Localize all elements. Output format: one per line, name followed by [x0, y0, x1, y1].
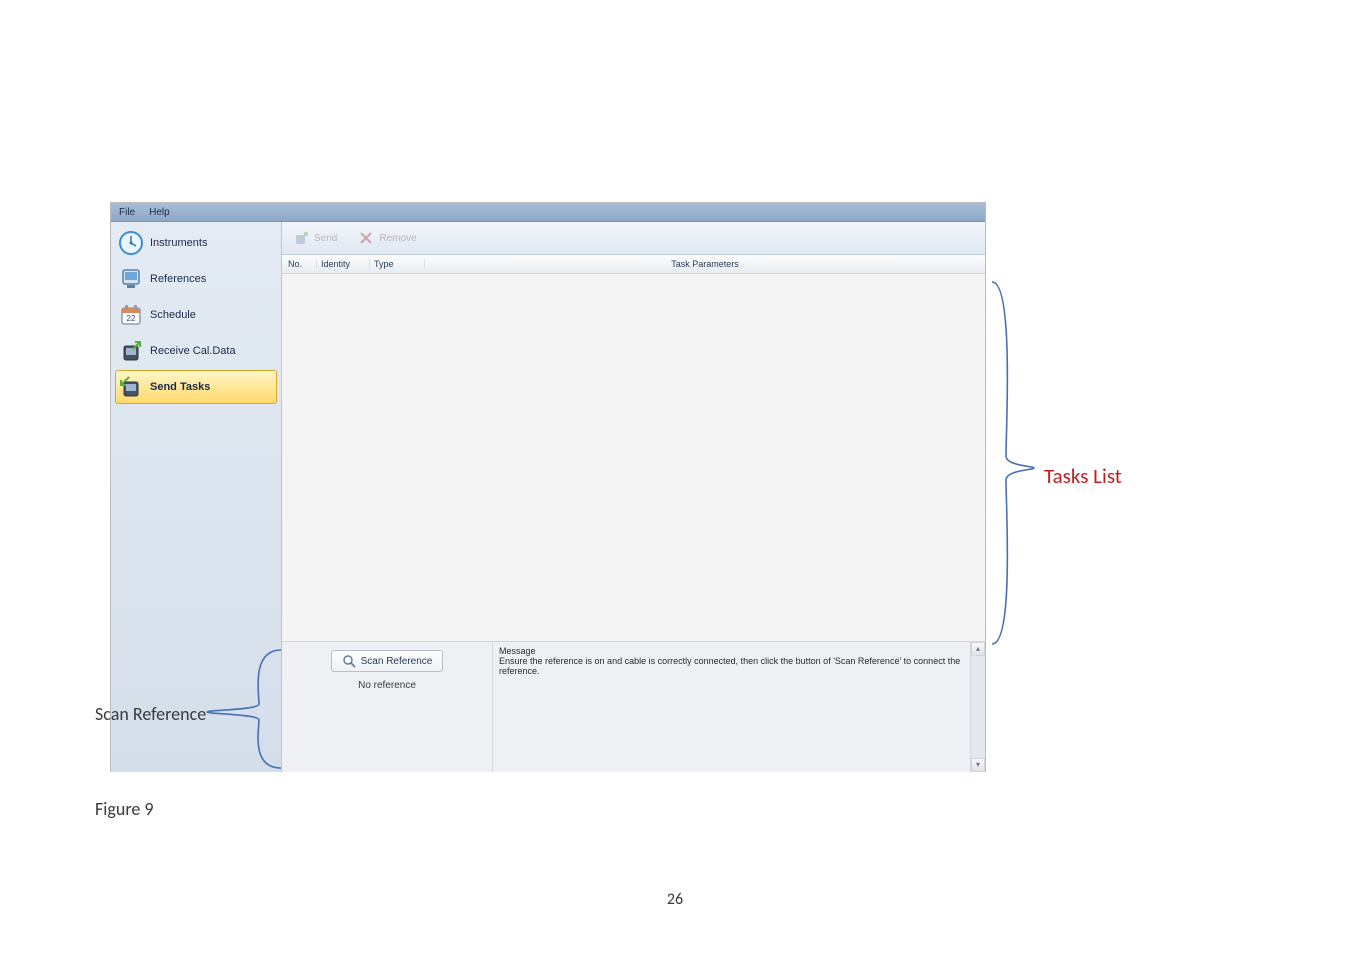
app-window: File Help Instruments	[110, 202, 986, 772]
sidebar-item-receive-caldata[interactable]: Receive Cal.Data	[115, 334, 277, 368]
send-button[interactable]: Send	[292, 229, 337, 247]
sidebar-item-references[interactable]: References	[115, 262, 277, 296]
col-no[interactable]: No.	[282, 259, 317, 269]
remove-icon	[357, 229, 375, 247]
message-scrollbar[interactable]: ▴ ▾	[970, 642, 985, 772]
sidebar-item-schedule[interactable]: 22 Schedule	[115, 298, 277, 332]
sidebar-item-instruments[interactable]: Instruments	[115, 226, 277, 260]
remove-label: Remove	[379, 233, 416, 244]
col-task-parameters[interactable]: Task Parameters	[425, 259, 985, 269]
tasks-grid-body	[282, 274, 985, 641]
scroll-down-icon[interactable]: ▾	[971, 758, 985, 772]
annotation-tasks-list: Tasks List	[1044, 463, 1122, 489]
send-label: Send	[314, 233, 337, 244]
sidebar-item-label: References	[150, 273, 206, 285]
bottom-panel: Scan Reference No reference Message Ensu…	[282, 641, 985, 772]
instruments-icon	[118, 230, 144, 256]
annotation-scan-reference: Scan Reference	[95, 703, 206, 725]
scan-reference-button[interactable]: Scan Reference	[331, 650, 444, 672]
sidebar-item-send-tasks[interactable]: Send Tasks	[115, 370, 277, 404]
col-identity[interactable]: Identity	[317, 259, 370, 269]
figure-caption: Figure 9	[95, 798, 154, 820]
schedule-icon: 22	[118, 302, 144, 328]
send-icon	[292, 229, 310, 247]
message-text: Ensure the reference is on and cable is …	[499, 656, 979, 676]
scroll-up-icon[interactable]: ▴	[971, 642, 985, 656]
references-icon	[118, 266, 144, 292]
sidebar-item-label: Send Tasks	[150, 381, 210, 393]
svg-text:22: 22	[127, 314, 136, 323]
receive-icon	[118, 338, 144, 364]
sidebar-item-label: Schedule	[150, 309, 196, 321]
sidebar: Instruments References	[111, 222, 282, 772]
col-type[interactable]: Type	[370, 259, 425, 269]
menubar: File Help	[111, 203, 985, 222]
magnifier-icon	[342, 654, 356, 668]
sidebar-item-label: Receive Cal.Data	[150, 345, 236, 357]
page-number: 26	[0, 890, 1350, 909]
scan-panel: Scan Reference No reference	[282, 642, 493, 772]
scan-status: No reference	[292, 680, 482, 691]
menu-help[interactable]: Help	[149, 207, 170, 218]
toolbar: Send Remove	[282, 222, 985, 255]
sidebar-item-label: Instruments	[150, 237, 207, 249]
remove-button[interactable]: Remove	[357, 229, 416, 247]
main-area: Send Remove No. Identity Type	[282, 222, 985, 772]
send-tasks-icon	[118, 374, 144, 400]
menu-file[interactable]: File	[119, 207, 135, 218]
scan-reference-label: Scan Reference	[361, 656, 433, 667]
message-title: Message	[499, 646, 979, 656]
tasks-list-brace	[986, 278, 1042, 648]
message-panel: Message Ensure the reference is on and c…	[493, 642, 985, 772]
grid-header: No. Identity Type Task Parameters	[282, 255, 985, 274]
